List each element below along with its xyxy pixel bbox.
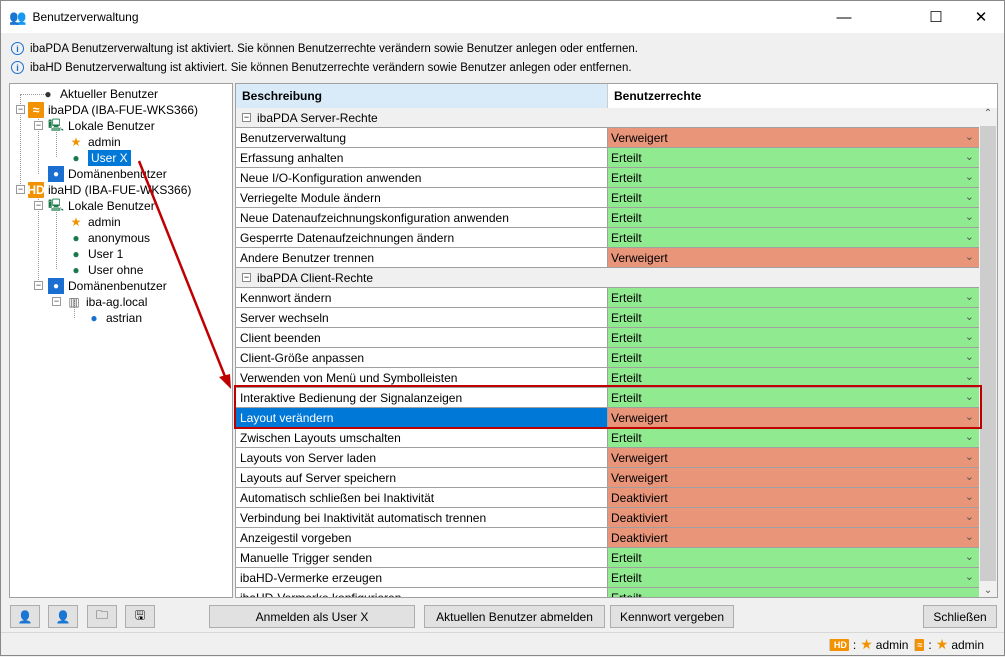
- annotation-arrow: [137, 160, 231, 389]
- separator: :: [928, 637, 932, 652]
- ibapda-status-icon: ≈: [914, 638, 925, 651]
- open-button[interactable]: 🗀: [87, 605, 117, 628]
- logout-current-user-button[interactable]: Aktuellen Benutzer abmelden: [424, 605, 605, 628]
- close-button[interactable]: Schließen: [923, 605, 997, 628]
- login-as-button[interactable]: Anmelden als User X: [209, 605, 415, 628]
- remove-user-icon: 👤: [55, 609, 71, 624]
- save-button[interactable]: 🖫: [125, 605, 155, 628]
- ibahd-user: admin: [875, 637, 909, 652]
- ibahd-status-icon: HD: [828, 638, 849, 651]
- add-user-button[interactable]: 👤: [10, 605, 40, 628]
- ibapda-user: admin: [951, 637, 984, 652]
- set-password-button[interactable]: Kennwort vergeben: [610, 605, 734, 628]
- folder-icon: 🗀: [95, 608, 108, 622]
- separator: :: [852, 637, 857, 652]
- remove-user-button[interactable]: 👤: [48, 605, 78, 628]
- star-icon: ★: [935, 636, 949, 652]
- add-user-icon: 👤: [17, 609, 33, 624]
- save-icon: 🖫: [134, 608, 146, 622]
- status-bar: HD : ★ admin ≈ : ★ admin: [1, 632, 1004, 656]
- star-icon: ★: [860, 636, 873, 652]
